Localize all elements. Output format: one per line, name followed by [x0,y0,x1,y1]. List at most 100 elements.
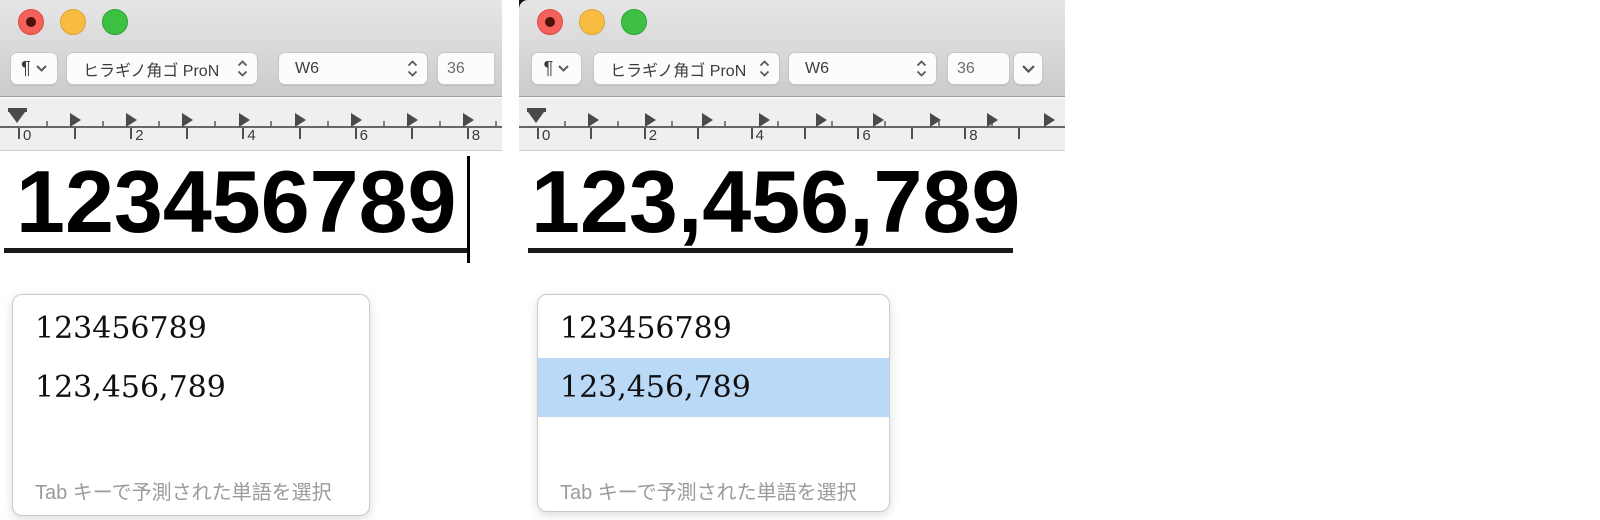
candidate-list: 123456789 123,456,789 [13,299,369,417]
ruler-tick [537,128,539,139]
tab-stop-marker[interactable] [930,113,941,127]
composition-text: 123456789 [16,152,457,251]
tab-stop-marker[interactable] [873,113,884,127]
prediction-hint: Tab キーで予測された単語を選択 [35,482,332,504]
font-family-value: ヒラギノ角ゴ ProN [610,62,747,80]
composition-underline [4,248,470,253]
tab-stop-marker[interactable] [70,113,81,127]
prediction-popup: 123456789 123,456,789 Tab キーで予測された単語を選択 [537,294,890,512]
composition-underline [528,248,1013,253]
prediction-hint: Tab キーで予測された単語を選択 [560,482,857,504]
composition-text: 123,456,789 [531,152,1021,251]
ruler-halftick [270,121,273,126]
font-size-field[interactable]: 36 [947,52,1010,85]
ruler-unit-label: 4 [247,127,256,144]
candidate-item[interactable]: 123456789 [538,299,889,358]
font-size-value: 36 [447,59,465,77]
ruler-halftick [214,121,217,126]
paragraph-icon: ¶ [21,58,31,78]
candidate-item[interactable]: 123456789 [13,299,369,358]
paragraph-style-button[interactable]: ¶ [10,52,58,85]
tab-stop-marker[interactable] [463,113,475,127]
ruler-halftick [46,121,49,126]
ruler-unit-label: 0 [542,127,551,144]
window-right: ¶ ヒラギノ角ゴ ProN W6 36 0 2 4 6 8 123,456,78… [519,0,1065,520]
font-family-select[interactable]: ヒラギノ角ゴ ProN [593,52,780,85]
candidate-list: 123456789 123,456,789 [538,299,889,417]
ruler-halftick [102,121,105,126]
font-size-value: 36 [957,59,975,77]
minimize-button[interactable] [60,9,86,35]
ruler-halftick [438,121,441,126]
first-line-indent-marker[interactable] [528,112,544,123]
zoom-button[interactable] [102,9,128,35]
tab-stop-marker[interactable] [987,113,998,127]
font-family-value: ヒラギノ角ゴ ProN [83,62,220,80]
ruler[interactable]: 0 2 4 6 8 [519,98,1065,151]
window-left: ¶ ヒラギノ角ゴ ProN W6 36 0 2 4 6 8 123456789 … [0,0,502,520]
ruler[interactable]: 0 2 4 6 8 [0,98,502,151]
up-down-stepper-icon [759,60,770,77]
tab-stop-marker[interactable] [294,113,306,127]
ruler-tick [74,128,77,139]
zoom-button[interactable] [621,9,647,35]
titlebar[interactable]: ¶ ヒラギノ角ゴ ProN W6 36 [519,0,1065,97]
ruler-halftick [670,121,673,126]
up-down-stepper-icon [916,60,927,77]
candidate-item[interactable]: 123,456,789 [13,358,369,417]
tab-stop-marker[interactable] [126,113,138,127]
ruler-halftick [158,121,161,126]
ruler-halftick [382,121,385,126]
ruler-tick [857,128,860,139]
font-weight-value: W6 [295,59,319,77]
ruler-tick [130,128,133,139]
ruler-tick [242,128,245,139]
ruler-unit-label: 6 [359,127,368,144]
font-size-field[interactable]: 36 [437,52,495,85]
ruler-tick [466,128,469,139]
text-caret [467,156,470,263]
ruler-unit-label: 2 [648,127,658,144]
candidate-item[interactable]: 123,456,789 [538,358,889,417]
tab-stop-marker[interactable] [351,113,362,127]
titlebar[interactable]: ¶ ヒラギノ角ゴ ProN W6 36 [0,0,502,97]
tab-stop-marker[interactable] [238,113,250,127]
ruler-unit-label: 4 [755,127,764,144]
paragraph-icon: ¶ [543,58,554,78]
font-weight-select[interactable]: W6 [278,52,428,85]
ruler-unit-label: 8 [969,127,978,144]
ruler-tick [186,128,189,139]
font-family-select[interactable]: ヒラギノ角ゴ ProN [66,52,258,85]
close-button[interactable] [537,9,563,35]
ruler-unit-label: 8 [471,127,481,144]
chevron-down-icon [36,65,47,72]
tab-stop-marker[interactable] [407,113,419,127]
ruler-tick [804,128,806,139]
tab-stop-marker[interactable] [182,113,194,127]
tab-stop-marker[interactable] [759,113,770,127]
ruler-halftick [617,121,620,126]
tab-stop-marker[interactable] [816,113,827,127]
chevron-down-icon [558,65,570,72]
tab-stop-marker[interactable] [1044,113,1055,127]
tab-stop-marker[interactable] [645,113,656,127]
tab-stop-marker[interactable] [702,113,713,127]
ruler-halftick [494,121,497,126]
ruler-halftick [830,121,833,126]
close-button[interactable] [18,9,44,35]
ruler-unit-label: 0 [23,127,32,144]
minimize-button[interactable] [579,9,605,35]
font-size-dropdown-button[interactable] [1013,52,1043,85]
ruler-halftick [326,121,329,126]
ruler-halftick [777,121,780,126]
paragraph-style-button[interactable]: ¶ [531,52,582,85]
ruler-tick [910,128,913,139]
tab-stop-marker[interactable] [588,113,599,127]
ruler-tick [750,128,753,139]
first-line-indent-marker[interactable] [9,112,25,123]
font-weight-select[interactable]: W6 [788,52,937,85]
ruler-unit-label: 6 [862,127,871,144]
ruler-tick [697,128,700,139]
chevron-down-icon [1021,64,1035,73]
ruler-tick [298,128,301,139]
